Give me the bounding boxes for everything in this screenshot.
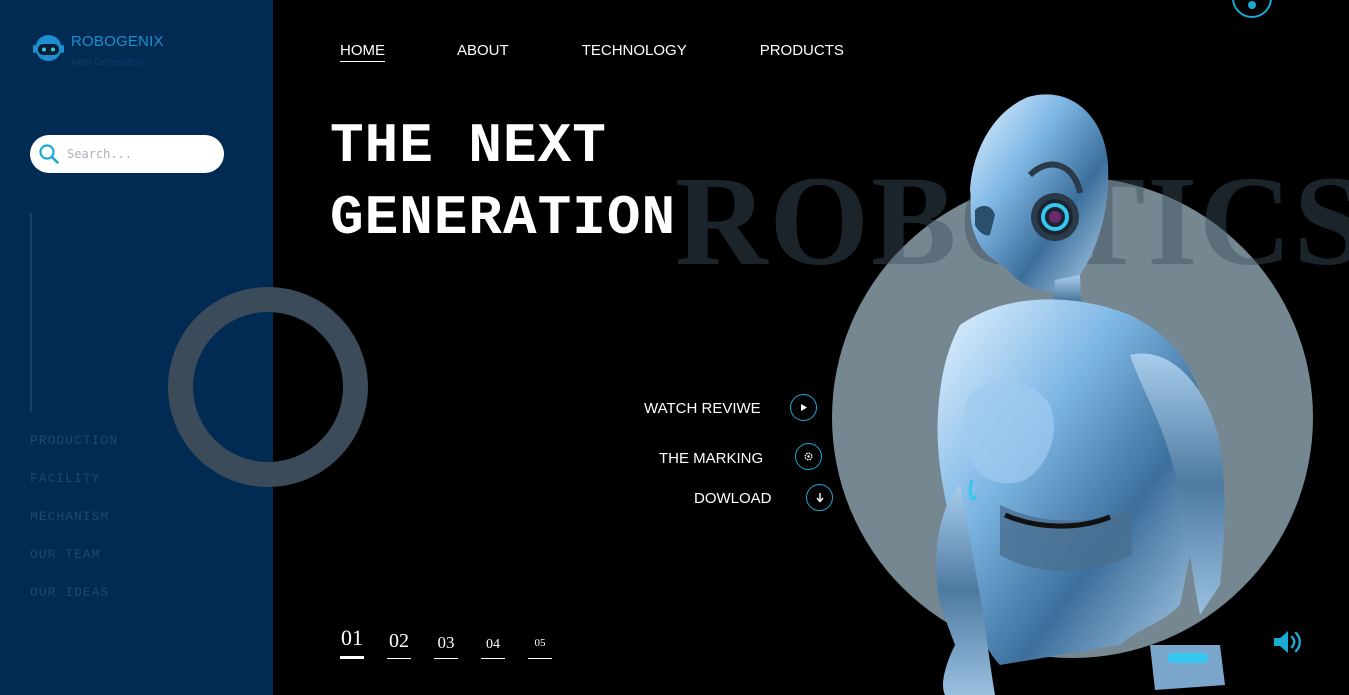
sidebar-item-mechanism[interactable]: MECHANISM (30, 509, 118, 547)
play-icon[interactable] (790, 394, 817, 421)
decorative-ring (168, 287, 368, 487)
nav-products[interactable]: PRODUCTS (760, 42, 844, 62)
nav-technology[interactable]: TECHNOLOGY (582, 42, 687, 62)
sidebar-item-facility[interactable]: FACILITY (30, 471, 118, 509)
brand-logo[interactable]: ROBOGENIX Next Generation (33, 33, 164, 70)
slide-pager: 01 02 03 04 05 (340, 625, 552, 659)
record-dot-icon[interactable] (1232, 0, 1272, 18)
hero-title-line-1: THE NEXT (330, 114, 607, 178)
sidebar-item-our-team[interactable]: OUR TEAM (30, 547, 118, 585)
brand-tagline: Next Generation (71, 57, 144, 68)
page-01[interactable]: 01 (340, 625, 364, 659)
search-input[interactable] (67, 147, 217, 161)
watch-review-label: WATCH REVIWE (644, 400, 761, 417)
page-03[interactable]: 03 (434, 633, 458, 659)
the-marking-label: THE MARKING (659, 450, 764, 467)
page-05[interactable]: 05 (528, 637, 552, 659)
sidebar-divider (30, 213, 32, 412)
robot-illustration (936, 94, 1225, 695)
download-label: DOWLOAD (694, 490, 772, 507)
search-icon[interactable] (38, 143, 60, 165)
sidebar-menu: PRODUCTION FACILITY MECHANISM OUR TEAM O… (30, 433, 118, 623)
page-04[interactable]: 04 (481, 637, 505, 659)
sidebar-item-production[interactable]: PRODUCTION (30, 433, 118, 471)
brand-name: ROBOGENIX (71, 33, 164, 50)
main-nav: HOME ABOUT TECHNOLOGY PRODUCTS (340, 42, 844, 62)
nav-home[interactable]: HOME (340, 42, 385, 62)
download-icon[interactable] (806, 484, 833, 511)
robot-head-icon (33, 35, 64, 61)
gear-icon[interactable] (795, 443, 822, 470)
nav-about[interactable]: ABOUT (457, 42, 509, 62)
the-marking-action[interactable]: THE MARKING (659, 450, 763, 467)
page-02[interactable]: 02 (387, 630, 411, 659)
sidebar-item-our-ideas[interactable]: OUR IDEAS (30, 585, 118, 623)
hero-title: THE NEXT GENERATION (330, 110, 676, 254)
hero-title-line-2: GENERATION (330, 186, 677, 250)
watch-review-action[interactable]: WATCH REVIWE (644, 400, 761, 417)
download-action[interactable]: DOWLOAD (694, 490, 772, 507)
search-box (30, 135, 224, 173)
speaker-icon[interactable] (1272, 628, 1304, 656)
